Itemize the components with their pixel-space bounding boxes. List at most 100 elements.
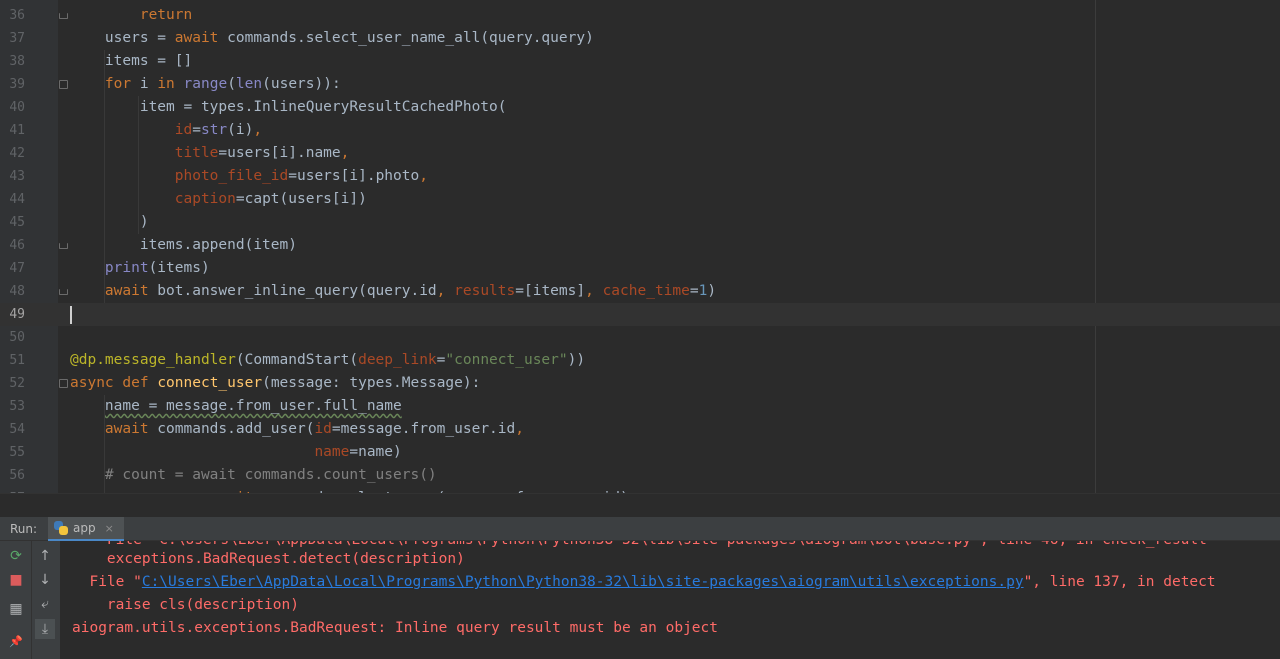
python-icon	[54, 521, 68, 535]
line-number: 50	[9, 330, 25, 345]
indent-guide	[104, 50, 105, 303]
fold-marker-icon[interactable]	[59, 379, 68, 388]
indent-guide	[138, 96, 139, 234]
code-token: in	[157, 76, 175, 92]
code-line[interactable]: 48 await bot.answer_inline_query(query.i…	[0, 280, 1280, 303]
code-line[interactable]: 47 print(items)	[0, 257, 1280, 280]
file-link[interactable]: C:\Users\Eber\AppData\Local\Programs\Pyt…	[142, 574, 1024, 590]
line-number: 46	[9, 238, 25, 253]
tab-app[interactable]: app ×	[48, 517, 124, 541]
scroll-to-end-icon[interactable]: ⤓	[35, 619, 55, 639]
code-token: @dp.message_handler	[70, 352, 236, 368]
panel-splitter[interactable]	[0, 493, 1280, 517]
line-number: 53	[9, 399, 25, 414]
line-number: 36	[9, 8, 25, 23]
fold-marker-icon[interactable]	[59, 13, 68, 19]
line-number: 40	[9, 100, 25, 115]
code-text: name = message.from_user.full_name	[70, 395, 402, 418]
code-line[interactable]: 40 item = types.InlineQueryResultCachedP…	[0, 96, 1280, 119]
code-line[interactable]: 37 users = await commands.select_user_na…	[0, 27, 1280, 50]
up-arrow-icon[interactable]: ↑	[35, 546, 55, 566]
code-line[interactable]: 55 name=name)	[0, 441, 1280, 464]
run-toolbar: ⟳ ■ ▦ 📌 ↑ ↓ ⤶ ⤓	[0, 541, 60, 659]
code-token: (items)	[148, 260, 210, 276]
code-line[interactable]: 50	[0, 326, 1280, 349]
code-token: print	[104, 260, 149, 276]
code-line[interactable]: 43 photo_file_id=users[i].photo,	[0, 165, 1280, 188]
code-token: =[items]	[515, 283, 586, 299]
code-line[interactable]: 53 name = message.from_user.full_name	[0, 395, 1280, 418]
code-line[interactable]: 52 async def connect_user(message: types.…	[0, 372, 1280, 395]
code-text: await commands.add_user(id=message.from_…	[70, 418, 524, 441]
fold-marker-icon[interactable]	[59, 289, 68, 295]
code-text: name=name)	[70, 441, 402, 464]
code-token: users =	[70, 30, 175, 46]
code-line[interactable]: 39 for i in range(len(users)):	[0, 73, 1280, 96]
code-token: deep_link	[358, 352, 437, 368]
code-token: connect_user	[157, 375, 263, 391]
code-token: for	[104, 76, 132, 92]
code-text: for i in range(len(users)):	[70, 73, 341, 96]
code-token: range	[183, 76, 228, 92]
code-text: item = types.InlineQueryResultCachedPhot…	[70, 96, 507, 119]
code-token: (CommandStart(	[235, 352, 359, 368]
code-token: i	[131, 76, 158, 92]
code-token: id	[314, 421, 332, 437]
stop-icon[interactable]: ■	[6, 570, 26, 590]
rerun-icon[interactable]: ⟳	[6, 546, 26, 566]
code-line[interactable]: 54 await commands.add_user(id=message.fr…	[0, 418, 1280, 441]
down-arrow-icon[interactable]: ↓	[35, 570, 55, 590]
code-editor[interactable]: 36 return 37 users = await commands.selec…	[0, 0, 1280, 493]
fold-marker-icon[interactable]	[59, 80, 68, 89]
code-text: print(items)	[70, 257, 210, 280]
code-token: =capt(users[i])	[235, 191, 367, 207]
code-token: (users)):	[262, 76, 341, 92]
line-number: 51	[9, 353, 25, 368]
code-line[interactable]: 49	[0, 303, 1280, 326]
run-tool-window-header: Run: app ×	[0, 517, 1280, 541]
code-line[interactable]: 56 # count = await commands.count_users(…	[0, 464, 1280, 487]
code-line[interactable]: 44 caption=capt(users[i])	[0, 188, 1280, 211]
fold-marker-icon[interactable]	[59, 243, 68, 249]
code-token: ,	[419, 168, 428, 184]
code-line[interactable]: 51 @dp.message_handler(CommandStart(deep_…	[0, 349, 1280, 372]
code-line[interactable]: 42 title=users[i].name,	[0, 142, 1280, 165]
code-line[interactable]: 41 id=str(i),	[0, 119, 1280, 142]
code-text: @dp.message_handler(CommandStart(deep_li…	[70, 349, 585, 372]
console-text: File "	[72, 574, 142, 590]
line-number: 37	[9, 31, 25, 46]
pin-icon[interactable]: 📌	[6, 631, 26, 651]
code-token: ,	[253, 122, 263, 138]
code-token: len	[235, 76, 263, 92]
code-token: ,	[340, 145, 350, 161]
close-icon[interactable]: ×	[105, 522, 114, 535]
code-token: ,	[515, 421, 524, 437]
code-line[interactable]: 36 return	[0, 4, 1280, 27]
layout-icon[interactable]: ▦	[6, 599, 26, 619]
line-number: 52	[9, 376, 25, 391]
code-token: ,	[436, 283, 455, 299]
code-token: (i)	[227, 122, 254, 138]
code-text: return	[70, 4, 192, 27]
code-text: photo_file_id=users[i].photo,	[70, 165, 428, 188]
console-text: ", line 137, in detect	[1023, 574, 1216, 590]
code-token: =	[192, 122, 201, 138]
code-token: =users[i].name	[218, 145, 341, 161]
code-token: =name)	[349, 444, 402, 460]
line-number: 41	[9, 123, 25, 138]
code-line[interactable]: 46 items.append(item)	[0, 234, 1280, 257]
soft-wrap-icon[interactable]: ⤶	[35, 594, 55, 614]
code-line[interactable]: 45 )	[0, 211, 1280, 234]
code-token: )	[70, 214, 149, 230]
code-token: await	[104, 283, 149, 299]
run-console-output[interactable]: File "C:\Users\Eber\AppData\Local\Progra…	[60, 541, 1280, 659]
code-line[interactable]: 38 items = []	[0, 50, 1280, 73]
code-token: )	[707, 283, 717, 299]
code-token: commands.add_user(	[148, 421, 315, 437]
line-number: 56	[9, 468, 25, 483]
